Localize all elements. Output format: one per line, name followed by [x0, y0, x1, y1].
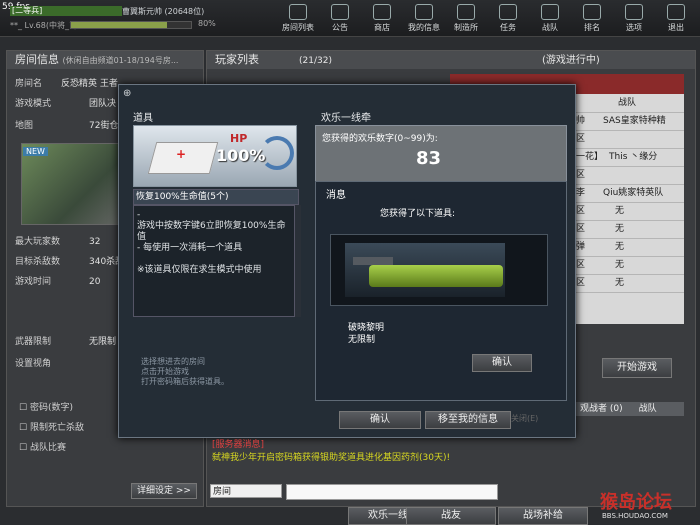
power-icon [667, 4, 685, 20]
nav-rank[interactable]: 排名 [572, 4, 612, 34]
table-row[interactable]: 区无 [570, 256, 684, 275]
table-row[interactable]: 一花】 This 丶缘分 [570, 148, 684, 167]
monitor-icon [289, 4, 307, 20]
description-scrollbar[interactable] [295, 205, 301, 317]
confirm-button[interactable]: 确认 [339, 411, 421, 429]
supply-button[interactable]: 战场补给 [498, 507, 588, 525]
table-row[interactable]: 弹无 [570, 238, 684, 257]
chat-channel-select[interactable]: 房间 [210, 484, 282, 498]
nav-notice[interactable]: 公告 [320, 4, 360, 34]
nav-options[interactable]: 选项 [614, 4, 654, 34]
table-row[interactable]: 区 [570, 130, 684, 149]
game-time-label: 游戏时间 [15, 277, 52, 287]
shield-icon [541, 4, 559, 20]
roulette-title: 欢乐一线牵 [321, 113, 371, 124]
view-setting-label: 设置视角 [15, 359, 52, 369]
rank-badge: [二等兵] [10, 6, 122, 16]
hp-item-image: + HP 100% [133, 125, 297, 187]
max-players-value: 32 [89, 237, 101, 247]
table-row[interactable]: 李 Qiu姚家特英队 [570, 184, 684, 203]
table-row[interactable]: 区无 [570, 220, 684, 239]
reward-item-duration: 无限制 [348, 335, 376, 345]
top-bar: 59 fps [二等兵] 曹翼斯元帅 (20648位) **_ Lv.68(中将… [0, 0, 700, 37]
game-mode-label: 游戏模式 [15, 99, 52, 109]
room-info-header: 房间信息 (休闲自由频道01-18/194号房... [7, 51, 203, 69]
task-icon [499, 4, 517, 20]
weapon-limit-value: 无限制 [89, 337, 117, 347]
table-row[interactable]: 帅 SAS皇家特种精 [570, 112, 684, 131]
option-death-limit[interactable]: ☐ 限制死亡杀敌 [19, 421, 84, 435]
message-text: 您获得了以下道具: [380, 209, 456, 219]
nav-factory[interactable]: 制造所 [446, 4, 486, 34]
clan-col-header: 战队 [570, 94, 684, 113]
lucky-draw-dialog: ⊕ 道具 + HP 100% 恢复100%生命值(5个) - 游戏中按数字键6立… [118, 84, 576, 438]
player-table: 战队 帅 SAS皇家特种精 区 一花】 This 丶缘分 区 李 Qiu姚家特英队 区… [570, 94, 684, 324]
table-row[interactable]: 区 [570, 166, 684, 185]
watermark-site: BBS.HOUDAO.COM [602, 512, 668, 520]
hp-label: HP [230, 132, 248, 145]
room-name-value: 反恐精英 王者 [61, 79, 118, 89]
table-row[interactable]: 区无 [570, 274, 684, 293]
dialog-logo-icon: ⊕ [123, 88, 132, 99]
lucky-number: 83 [416, 148, 442, 169]
player-name: 曹翼斯元帅 (20648位) [122, 7, 205, 16]
map-label: 地图 [15, 121, 34, 131]
game-time-value: 20 [89, 277, 101, 287]
message-title: 消息 [326, 190, 346, 201]
room-name-label: 房间名 [15, 79, 43, 89]
nav-room-list[interactable]: 房间列表 [278, 4, 318, 34]
profile-icon [415, 4, 433, 20]
nav-clan[interactable]: 战队 [530, 4, 570, 34]
shop-icon [373, 4, 391, 20]
close-hint: 关闭(E) [511, 414, 539, 423]
red-cross-icon: + [176, 147, 187, 161]
message-box: 消息 您获得了以下道具: 破晓黎明 无限制 确认 [315, 181, 567, 401]
rifle-icon [369, 265, 503, 287]
refresh-arrow-icon [260, 136, 294, 170]
max-players-label: 最大玩家数 [15, 237, 61, 247]
nav-shop[interactable]: 商店 [362, 4, 402, 34]
nav-task[interactable]: 任务 [488, 4, 528, 34]
hint-text: 选择想进去的房间 点击开始游戏 打开密码箱后获得道具。 [141, 357, 229, 386]
weapon-limit-label: 武器限制 [15, 337, 52, 347]
start-game-button[interactable]: 开始游戏 [602, 358, 672, 378]
table-row[interactable]: 区无 [570, 202, 684, 221]
system-message-title: [服务器消息] [212, 440, 265, 450]
megaphone-icon [331, 4, 349, 20]
gear-icon [625, 4, 643, 20]
chat-input[interactable] [286, 484, 498, 500]
game-mode-value: 团队决 [89, 99, 117, 109]
message-ok-button[interactable]: 确认 [472, 354, 532, 372]
option-password[interactable]: ☐ 密码(数字) [19, 401, 73, 415]
hp-value: 100% [216, 146, 266, 165]
nav-my-info[interactable]: 我的信息 [404, 4, 444, 34]
item-name: 恢复100%生命值(5个) [133, 189, 299, 205]
lucky-number-label: 您获得的欢乐数字(0~99)为: [322, 134, 438, 144]
player-list-header: 玩家列表 (21/32) (游戏进行中) [207, 51, 695, 69]
new-tag: NEW [23, 147, 48, 156]
nav-exit[interactable]: 退出 [656, 4, 696, 34]
item-description: - 游戏中按数字键6立即恢复100%生命值 - 每使用一次消耗一个道具 ※该道具… [133, 205, 295, 317]
watermark-logo: 猴岛论坛 [600, 492, 672, 513]
reward-item-image [345, 243, 505, 297]
reward-item-box [330, 234, 548, 306]
factory-icon [457, 4, 475, 20]
kill-target-label: 目标杀敌数 [15, 257, 61, 267]
system-message-text: 弑神我少年开启密码箱获得银助奖道具进化基因药剂(30天)! [212, 453, 451, 463]
item-section-title: 道具 [133, 113, 153, 124]
rifle-barrel [353, 257, 393, 265]
friends-button[interactable]: 战友 [406, 507, 496, 525]
player-level: **_ Lv.68(中将_1) [10, 21, 78, 30]
xp-percent: 80% [198, 19, 216, 28]
option-clan-match[interactable]: ☐ 战队比赛 [19, 441, 66, 455]
detail-settings-button[interactable]: 详细设定 >> [131, 483, 197, 499]
observer-header: 观战者 (0) 战队 [576, 402, 684, 416]
trophy-icon [583, 4, 601, 20]
xp-bar [70, 21, 192, 29]
xp-fill [71, 22, 167, 28]
lucky-number-box: 您获得的欢乐数字(0~99)为: 83 [315, 125, 567, 183]
go-to-my-info-button[interactable]: 移至我的信息 [425, 411, 511, 429]
